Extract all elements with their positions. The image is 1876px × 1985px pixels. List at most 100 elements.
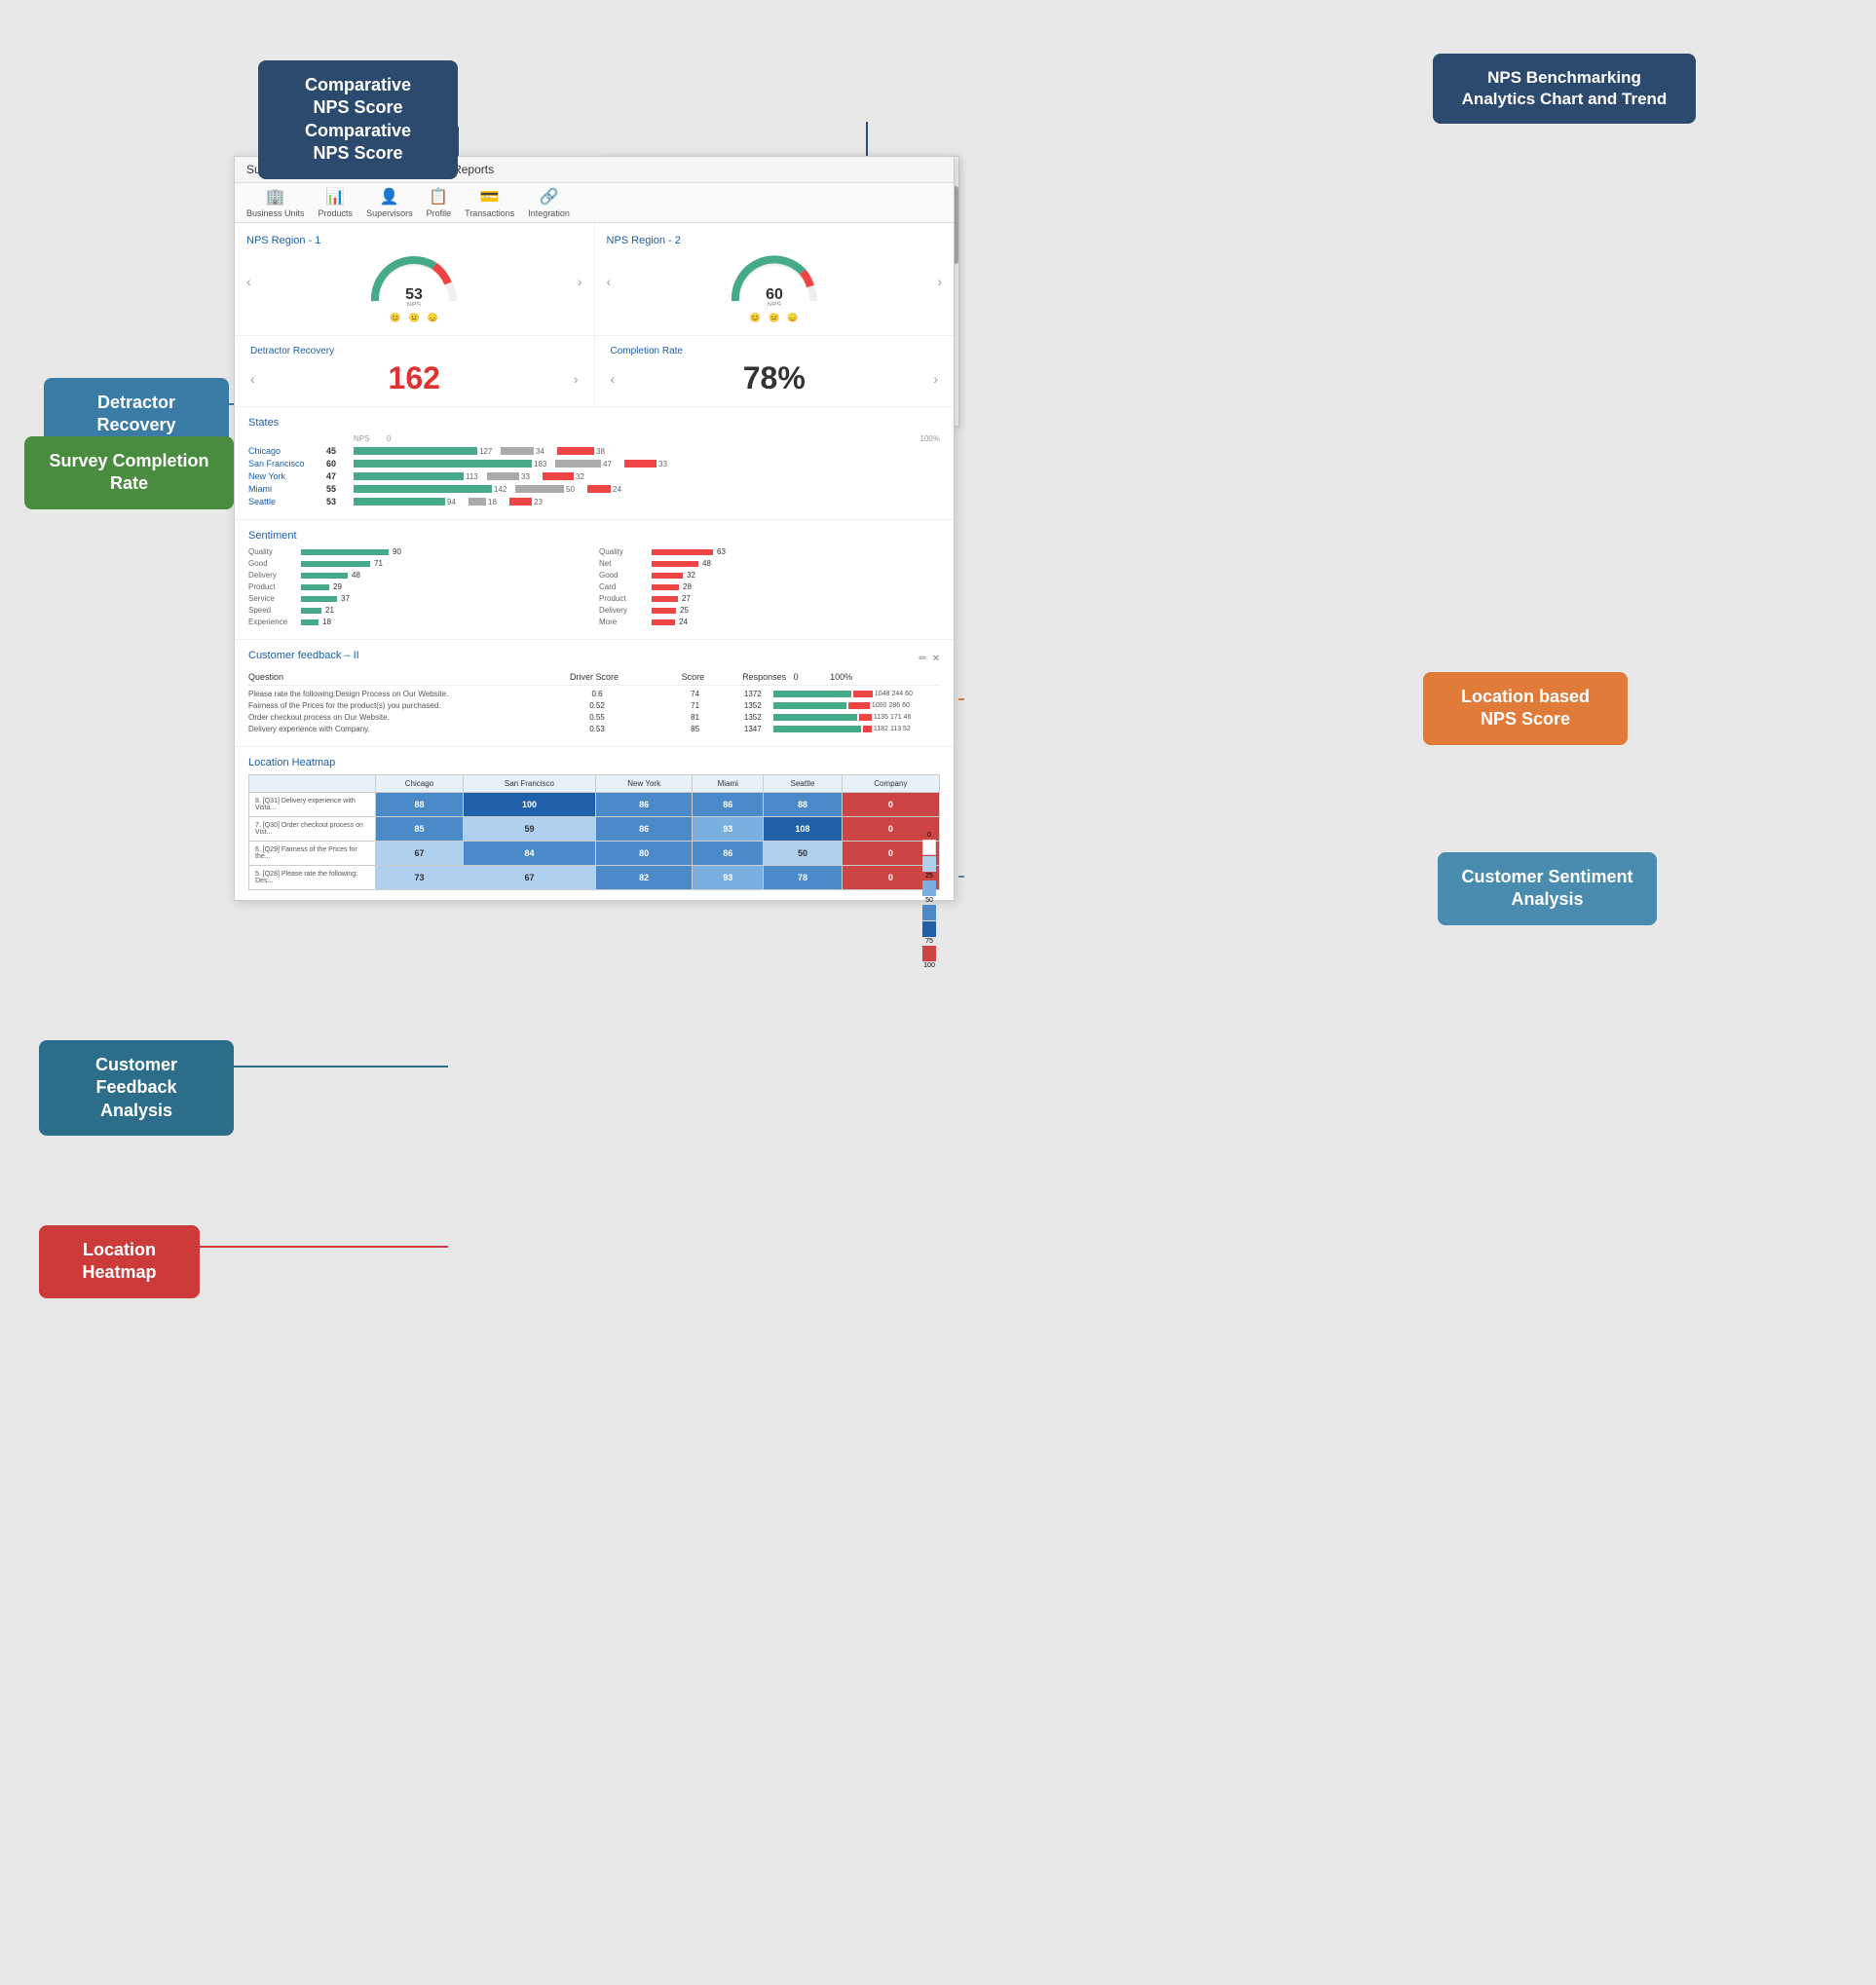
- heatmap-r3-ny: 80: [596, 842, 693, 866]
- sent-service-bar: [301, 596, 337, 602]
- sf-bars: 183 47 33: [354, 460, 940, 468]
- fr3-green-bar: [773, 714, 857, 721]
- label-nps-benchmarking: NPS BenchmarkingAnalytics Chart and Tren…: [1433, 54, 1696, 124]
- nav-icon-transactions[interactable]: 💳 Transactions: [465, 187, 514, 218]
- heatmap-r1-company: 0: [842, 793, 939, 817]
- detractor-nav: ‹ 162 ›: [250, 360, 579, 396]
- sent-quality-label: Quality: [248, 547, 297, 556]
- nav-icon-supervisors[interactable]: 👤 Supervisors: [366, 187, 413, 218]
- region-1-smiley-happy: 😊: [390, 313, 400, 323]
- scale-75: 75: [925, 938, 933, 945]
- feedback-section: Customer feedback – II ✏ ✕ Question Driv…: [235, 640, 954, 747]
- feedback-title: Customer feedback – II: [248, 650, 359, 661]
- detractor-next[interactable]: ›: [574, 371, 579, 387]
- heatmap-title: Location Heatmap: [248, 757, 940, 768]
- label-survey-completion: Survey CompletionRate: [24, 436, 234, 509]
- fr4-val2: 113 52: [890, 726, 911, 732]
- ny-green-val: 113: [466, 472, 485, 481]
- miami-green-val: 142: [494, 485, 513, 494]
- ny-gray-val: 33: [521, 472, 541, 481]
- fr2-resp-num: 1352: [744, 701, 771, 710]
- sent-good: Good 71: [248, 559, 589, 568]
- heatmap-r3-seattle: 50: [764, 842, 842, 866]
- seattle-green-val: 94: [447, 498, 467, 506]
- sent-service: Service 37: [248, 594, 589, 603]
- sent-r-net-val: 48: [702, 559, 722, 568]
- nav-icon-products[interactable]: 📊 Products: [319, 187, 354, 218]
- fh-driver-score: Driver Score: [544, 672, 643, 682]
- feedback-row-1: Please rate the following:Design Process…: [248, 690, 940, 698]
- sent-product-label: Product: [248, 582, 297, 591]
- sent-experience-val: 18: [322, 618, 342, 626]
- heatmap-r2-ny: 86: [596, 817, 693, 842]
- nav-icon-profile[interactable]: 📋 Profile: [427, 187, 452, 218]
- completion-next[interactable]: ›: [933, 371, 938, 387]
- fr3-responses: 1352 1135 171 46: [744, 713, 940, 722]
- region-1-next[interactable]: ›: [578, 274, 582, 289]
- sent-r-quality-bar: [652, 549, 713, 555]
- state-row-miami: Miami 55 142 50 24: [248, 484, 940, 494]
- sent-r-more-val: 24: [679, 618, 698, 626]
- heatmap-row-3: 6. [Q29] Fairness of the Prices for the.…: [249, 842, 940, 866]
- business-units-label: Business Units: [246, 208, 305, 218]
- heatmap-table: Chicago San Francisco New York Miami Sea…: [248, 774, 940, 890]
- feedback-row-4: Delivery experience with Company. 0.53 8…: [248, 725, 940, 733]
- region-2-next[interactable]: ›: [937, 274, 942, 289]
- gauge-2-svg: 60 NPS: [726, 252, 823, 306]
- heatmap-r1-ny: 86: [596, 793, 693, 817]
- detractor-prev[interactable]: ‹: [250, 371, 255, 387]
- sent-r-quality-label: Quality: [599, 547, 648, 556]
- nav-icon-integration[interactable]: 🔗 Integration: [528, 187, 570, 218]
- sf-gray-val: 47: [603, 460, 622, 468]
- fh-responses: Responses 0 100%: [742, 672, 940, 682]
- fr2-driver: 0.52: [548, 701, 647, 710]
- miami-red-val: 24: [613, 485, 632, 494]
- sf-gray-bar: [555, 460, 601, 468]
- main-dashboard: Survey Settings Business Data Reports 🏢 …: [234, 156, 955, 901]
- comparative-nps-text: Comparative NPS Score: [305, 75, 411, 117]
- fr3-val1: 1135: [874, 714, 888, 721]
- fr3-driver: 0.55: [548, 713, 647, 722]
- region-2-nav: ‹ 60 NPS ›: [607, 252, 943, 311]
- heatmap-r4-chicago: 73: [376, 866, 464, 890]
- supervisors-icon: 👤: [380, 187, 399, 206]
- region-1-prev[interactable]: ‹: [246, 274, 251, 289]
- chicago-score: 45: [326, 446, 354, 456]
- completion-prev[interactable]: ‹: [611, 371, 616, 387]
- fr4-red-bar: [863, 726, 872, 732]
- nav-icon-business-units[interactable]: 🏢 Business Units: [246, 187, 305, 218]
- chicago-red-bar: [557, 447, 594, 455]
- feedback-edit-icon[interactable]: ✏: [919, 654, 926, 664]
- sentiment-section: Sentiment Quality 90 Good 71 Delivery: [235, 520, 954, 640]
- sent-good-bar: [301, 561, 370, 567]
- heatmap-th-label: [249, 775, 376, 793]
- heatmap-r4-miami: 93: [693, 866, 764, 890]
- states-header-nps: NPS: [354, 434, 383, 443]
- region-2-prev[interactable]: ‹: [607, 274, 612, 289]
- miami-score: 55: [326, 484, 354, 494]
- seattle-green-bar: [354, 498, 445, 506]
- feedback-close-icon[interactable]: ✕: [932, 654, 940, 664]
- heatmap-section: Location Heatmap Chicago San Francisco N…: [235, 747, 954, 900]
- nav-reports[interactable]: Reports: [453, 163, 494, 176]
- sent-experience-bar: [301, 619, 319, 625]
- heatmap-row1-label: 8. [Q31] Delivery experience with Vista.…: [249, 793, 376, 817]
- sent-r-product-bar: [652, 596, 678, 602]
- heatmap-r2-sf: 59: [463, 817, 595, 842]
- svg-text:53: 53: [405, 286, 423, 303]
- chicago-red-val: 38: [596, 447, 616, 456]
- heatmap-r4-ny: 82: [596, 866, 693, 890]
- seattle-gray-val: 18: [488, 498, 507, 506]
- sent-r-more-label: More: [599, 618, 648, 626]
- sent-r-delivery-bar: [652, 608, 676, 614]
- region-2-smiley-happy: 😊: [750, 313, 761, 323]
- fr1-question: Please rate the following:Design Process…: [248, 690, 548, 698]
- transactions-label: Transactions: [465, 208, 514, 218]
- sent-speed-val: 21: [325, 606, 345, 615]
- sent-quality: Quality 90: [248, 547, 589, 556]
- scale-0: 0: [927, 832, 931, 839]
- seattle-red-val: 23: [534, 498, 553, 506]
- fr1-val2: 244 60: [891, 691, 912, 697]
- chicago-bars: 127 34 38: [354, 447, 940, 456]
- sent-good-label: Good: [248, 559, 297, 568]
